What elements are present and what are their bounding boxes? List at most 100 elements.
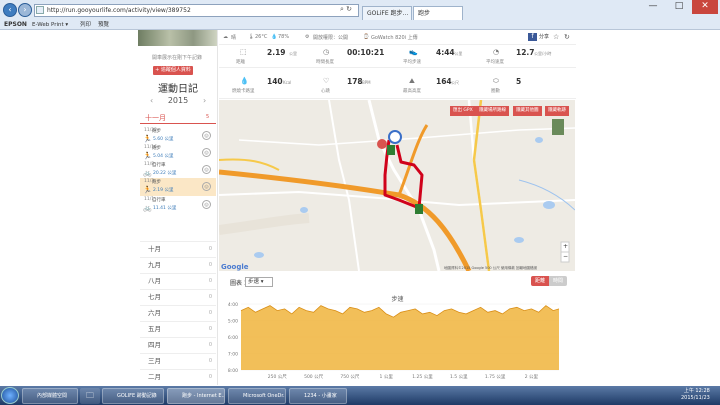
month-label: 九月 xyxy=(148,261,161,269)
month-item[interactable]: 二月 0 xyxy=(140,369,216,384)
minimize-button[interactable]: — xyxy=(640,0,666,14)
month-item[interactable]: 九月 0 xyxy=(140,257,216,272)
epson-label: EPSON xyxy=(4,21,27,28)
hide-venue-button[interactable]: 隱藏場所路線 xyxy=(476,106,509,116)
privacy-icon: ⚙ xyxy=(305,34,310,40)
year-next-icon[interactable]: › xyxy=(203,96,206,105)
month-item[interactable]: 七月 0 xyxy=(140,289,216,304)
route-map[interactable] xyxy=(219,100,575,271)
thermometer-icon: 🌡 xyxy=(248,34,255,40)
month-count: 0 xyxy=(208,262,212,268)
stat-unit: 公里 xyxy=(289,51,297,56)
activity-item[interactable]: 11/8 自行車 🚲 20.22 公里 ◎ xyxy=(140,161,216,178)
follow-button[interactable]: + 追蹤個人資料 xyxy=(153,66,193,75)
humidity-icon: 💧 xyxy=(271,34,278,40)
print-button[interactable]: 列印 xyxy=(80,20,91,30)
month-item[interactable]: 八月 0 xyxy=(140,273,216,288)
hide-other-button[interactable]: 隱藏其他圖 xyxy=(513,106,542,116)
month-item[interactable]: 五月 0 xyxy=(140,321,216,336)
activity-item[interactable]: 11/1 自行車 🚲 11.41 公里 ◎ xyxy=(140,196,216,213)
diary-title: 運動日記 xyxy=(158,84,198,95)
stat-value: 12.7 xyxy=(516,48,535,57)
activity-item[interactable]: 11/22 跑步 🏃 5.60 公里 ◎ xyxy=(140,127,216,144)
stat-label: 距離 xyxy=(236,60,245,65)
clock-time: 上午 12:28 xyxy=(683,388,710,394)
x-tick-label: 750 公尺 xyxy=(340,374,360,380)
temperature: 26°C xyxy=(255,34,268,40)
chart-metric-select[interactable]: 步速 ▾ xyxy=(245,277,273,287)
stat-label: 時間長度 xyxy=(316,60,334,65)
heart-icon: ♡ xyxy=(323,77,330,85)
activity-value: 5.60 公里 xyxy=(153,137,174,142)
page-icon xyxy=(36,6,44,14)
stat-unit: Kcal xyxy=(283,80,292,85)
x-tick-label: 500 公尺 xyxy=(304,374,324,380)
close-button[interactable]: ✕ xyxy=(692,0,718,14)
month-item[interactable]: 六月 0 xyxy=(140,305,216,320)
star-icon[interactable]: ☆ xyxy=(553,33,559,41)
stats-divider xyxy=(219,98,576,99)
tab-run[interactable]: 跑步 xyxy=(413,6,463,20)
x-tick-label: 1.5 公里 xyxy=(450,374,468,380)
taskbar-item[interactable]: Microsoft OneDr... xyxy=(228,388,286,404)
stat-value: 00:10:21 xyxy=(347,48,385,57)
pace-area xyxy=(241,305,559,370)
refresh-icon[interactable]: ↻ xyxy=(564,33,570,41)
zoom-out-button[interactable]: − xyxy=(563,253,568,260)
y-tick-label: 5:00 xyxy=(228,319,238,325)
folder-icon[interactable]: 🗀 xyxy=(80,388,100,404)
zoom-in-button[interactable]: + xyxy=(563,243,568,250)
y-tick-label: 7:00 xyxy=(228,352,238,358)
month-count: 0 xyxy=(208,358,212,364)
share-button[interactable]: 分享 xyxy=(539,33,549,40)
humidity: 78% xyxy=(278,34,290,40)
map-canvas xyxy=(219,100,575,271)
weather-icon: ☁ xyxy=(223,34,228,40)
activity-item[interactable]: 11/16 跑步 🏃 5.04 公里 ◎ xyxy=(140,144,216,161)
taskbar-item[interactable]: 內部媒體空間 xyxy=(22,388,78,404)
activity-value: 2.19 公里 xyxy=(153,188,174,193)
globe-icon: ◎ xyxy=(202,200,211,209)
x-tick-label: 1 公里 xyxy=(380,374,394,380)
activity-name: 自行車 xyxy=(152,163,166,168)
month-item[interactable]: 三月 0 xyxy=(140,353,216,368)
distance-toggle[interactable]: 距離 xyxy=(531,276,549,286)
laps-icon: ⬭ xyxy=(493,77,499,85)
preview-button[interactable]: 預覽 xyxy=(98,20,109,30)
taskbar-item[interactable]: 1234 - 小畫家 xyxy=(289,388,347,404)
forward-button[interactable]: › xyxy=(18,3,32,17)
activity-value: 5.04 公里 xyxy=(153,154,174,159)
address-bar[interactable]: http://run.gooyourlife.com/activity/view… xyxy=(34,4,359,17)
month-current[interactable]: 十一月 xyxy=(145,113,166,123)
facebook-icon[interactable]: f xyxy=(528,33,537,41)
chart-metric-value: 步速 xyxy=(248,279,260,285)
eweb-print-menu[interactable]: E-Web Print ▾ xyxy=(32,20,68,30)
start-button[interactable] xyxy=(1,387,19,404)
export-gpx-button[interactable]: 匯出 GPX xyxy=(450,106,476,116)
stat-label: 心跳 xyxy=(321,89,330,94)
month-count: 0 xyxy=(208,294,212,300)
google-logo: Google xyxy=(221,263,249,271)
taskbar-item[interactable]: GOLIFE 跡動記錄 xyxy=(102,388,164,404)
hide-track-button[interactable]: 隱藏軌跡 xyxy=(545,106,569,116)
back-button[interactable]: ‹ xyxy=(3,3,17,17)
activity-name: 跑步 xyxy=(152,180,161,185)
time-toggle[interactable]: 時間 xyxy=(549,276,567,286)
month-count: 0 xyxy=(208,374,212,380)
search-icon[interactable]: ⌕ ↻ xyxy=(340,5,352,14)
stat-unit: 公尺 xyxy=(451,80,459,85)
stat-value: 178 xyxy=(347,77,363,86)
month-label: 八月 xyxy=(148,277,161,285)
map-terms[interactable]: 地圖資料©2015 Google 500 公尺 使用條款 回報地圖錯誤 xyxy=(444,266,537,271)
activity-item-selected[interactable]: 11/3 跑步 🏃 2.19 公里 ◎ xyxy=(140,178,216,196)
maximize-button[interactable]: □ xyxy=(666,0,692,14)
y-tick-label: 6:00 xyxy=(228,335,238,341)
month-item[interactable]: 四月 0 xyxy=(140,337,216,352)
taskbar-item-active[interactable]: 跑步 - Internet E... xyxy=(167,388,225,404)
stats-divider xyxy=(219,67,576,68)
tab-golife[interactable]: GOLiFE 跑步... xyxy=(362,6,412,20)
shoe-icon: 👟 xyxy=(409,48,418,56)
month-label: 三月 xyxy=(148,357,161,365)
activity-name: 自行車 xyxy=(152,198,166,203)
month-item[interactable]: 十月 0 xyxy=(140,241,216,256)
